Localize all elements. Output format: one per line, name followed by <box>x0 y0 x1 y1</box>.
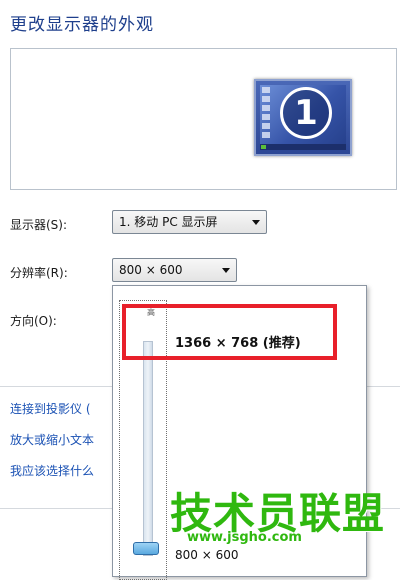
display-select[interactable]: 1. 移动 PC 显示屏 <box>112 210 267 234</box>
connect-projector-link[interactable]: 连接到投影仪 ( <box>10 400 94 431</box>
resolution-option-current[interactable]: 800 × 600 <box>175 548 239 562</box>
monitor-1-icon[interactable]: 1 <box>254 79 352 156</box>
resolution-option-recommended[interactable]: 1366 × 768 (推荐) <box>175 332 301 351</box>
resolution-slider-track[interactable] <box>143 341 153 556</box>
slider-high-label: 高 <box>147 308 155 317</box>
display-preview-area[interactable]: 1 <box>10 48 397 190</box>
monitor-taskbar <box>260 144 346 150</box>
resolution-select-value: 800 × 600 <box>119 263 183 277</box>
display-select-value: 1. 移动 PC 显示屏 <box>119 215 218 229</box>
resolution-label: 分辨率(R): <box>10 266 68 280</box>
resolution-select[interactable]: 800 × 600 <box>112 258 237 282</box>
start-button-icon <box>261 145 266 149</box>
window-title: 更改显示器的外观 <box>10 15 154 35</box>
watermark-url: www.jsgho.com <box>187 530 302 545</box>
orientation-label: 方向(O): <box>10 314 57 328</box>
chevron-down-icon <box>252 220 260 225</box>
chevron-down-icon <box>222 268 230 273</box>
resolution-slider-thumb[interactable] <box>133 542 159 555</box>
text-size-link[interactable]: 放大或缩小文本 <box>10 431 94 462</box>
monitor-number: 1 <box>280 87 332 139</box>
desktop-icons <box>262 87 272 141</box>
link-list: 连接到投影仪 ( 放大或缩小文本 我应该选择什么 <box>10 400 94 493</box>
which-settings-link[interactable]: 我应该选择什么 <box>10 462 94 493</box>
display-label: 显示器(S): <box>10 218 68 232</box>
